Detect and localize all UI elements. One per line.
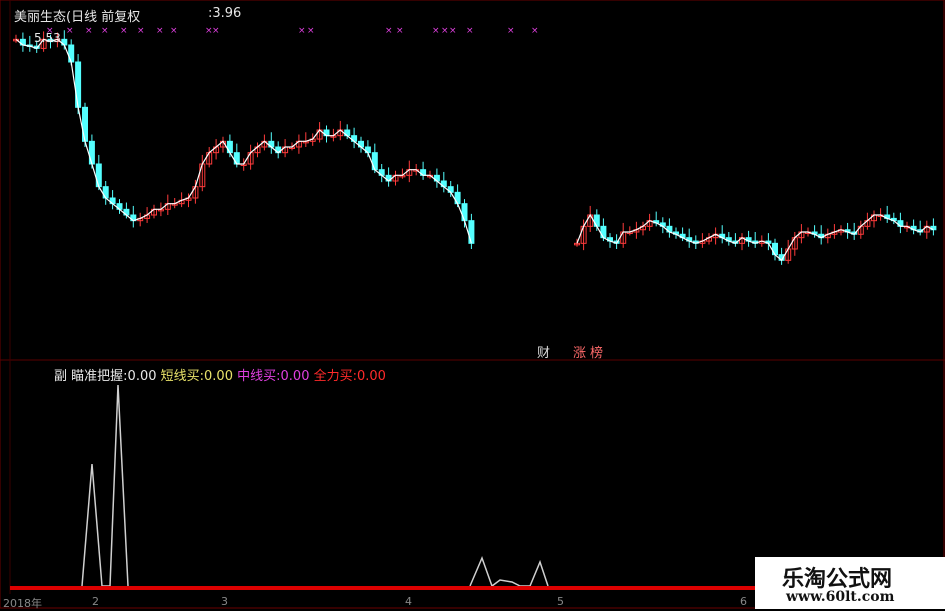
signal-marker: × bbox=[449, 26, 457, 36]
indicator-mid-buy-label: 中线买: bbox=[237, 369, 281, 384]
signal-marker: × bbox=[298, 26, 306, 36]
event-finance-tag[interactable]: 财 bbox=[537, 342, 550, 361]
candle-seg2 bbox=[593, 214, 600, 227]
event-board-tag[interactable]: 榜 bbox=[590, 342, 603, 361]
indicator-full-buy-label: 全力买: bbox=[313, 369, 357, 384]
date-month-3: 3 bbox=[221, 595, 228, 608]
signal-marker: × bbox=[385, 26, 393, 36]
date-month-2: 2 bbox=[92, 595, 99, 608]
signal-marker: × bbox=[170, 26, 178, 36]
candle-seg1 bbox=[75, 61, 82, 108]
indicator-mid-buy-value: 0.00 bbox=[280, 369, 310, 384]
indicator-aim-label: 瞄准把握: bbox=[71, 369, 128, 384]
candle-seg2 bbox=[600, 225, 607, 239]
stock-chart-canvas[interactable]: × × × × × × × × × × × × × × × × × × × × bbox=[0, 0, 945, 609]
candle-seg1 bbox=[88, 140, 95, 165]
signal-marker: × bbox=[507, 26, 515, 36]
current-price: :3.96 bbox=[208, 6, 242, 21]
candle-seg1 bbox=[233, 152, 240, 165]
date-month-6: 6 bbox=[740, 595, 747, 608]
chart-frame bbox=[0, 0, 945, 609]
candle-seg1 bbox=[95, 163, 102, 188]
candle-seg2 bbox=[772, 242, 778, 256]
signal-marker: × bbox=[101, 26, 109, 36]
indicator-peak-line bbox=[81, 384, 129, 587]
candle-seg1 bbox=[82, 106, 88, 142]
indicator-prefix: 副 bbox=[54, 369, 68, 384]
signal-marker: × bbox=[432, 26, 440, 36]
indicator-short-buy-value: 0.00 bbox=[204, 369, 233, 384]
indicator-legend: 副 瞄准把握:0.00 短线买:0.00 中线买:0.00 全力买:0.00 bbox=[54, 365, 386, 384]
signal-marker: × bbox=[120, 26, 128, 36]
high-price-label: 5.53 bbox=[34, 31, 61, 45]
date-month-5: 5 bbox=[557, 595, 564, 608]
candle-seg1 bbox=[468, 220, 475, 244]
event-limit-up-tag[interactable]: 涨 bbox=[573, 342, 586, 361]
indicator-full-buy-value: 0.00 bbox=[357, 369, 386, 384]
indicator-aim-value: 0.00 bbox=[127, 369, 157, 384]
candle-seg1 bbox=[371, 152, 378, 171]
signal-marker: × bbox=[396, 26, 404, 36]
candle-seg1 bbox=[102, 186, 109, 199]
signal-marker: × bbox=[137, 26, 145, 36]
signal-marker: × bbox=[212, 26, 220, 36]
candle-seg1 bbox=[461, 203, 468, 222]
signal-marker: × bbox=[156, 26, 164, 36]
signal-marker: × bbox=[307, 26, 315, 36]
stock-title: 美丽生态(日线 前复权 bbox=[14, 10, 141, 25]
signal-marker: × bbox=[441, 26, 449, 36]
signal-marker: × bbox=[66, 26, 74, 36]
date-month-4: 4 bbox=[405, 595, 412, 608]
signal-marker: × bbox=[531, 26, 539, 36]
candle-seg1 bbox=[68, 44, 75, 63]
indicator-peak-line bbox=[469, 555, 549, 588]
watermark-url: www.60lt.com bbox=[786, 589, 895, 605]
indicator-short-buy-label: 短线买: bbox=[160, 369, 205, 384]
signal-marker: × bbox=[466, 26, 474, 36]
signal-marker: × bbox=[85, 26, 93, 36]
